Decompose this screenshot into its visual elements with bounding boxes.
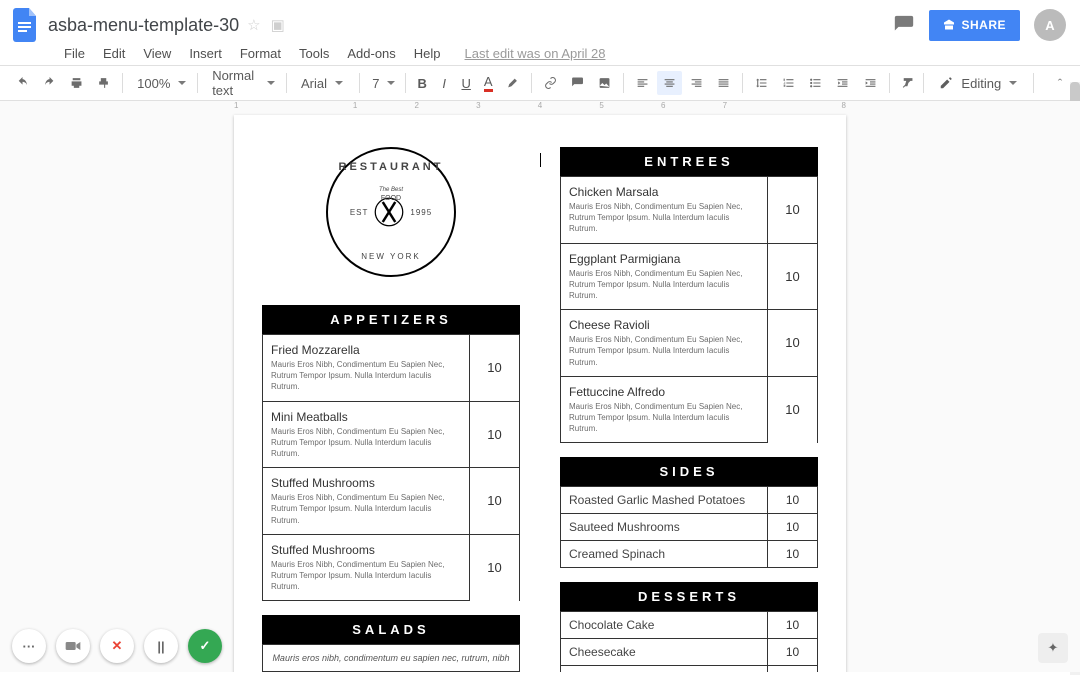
highlight-color-icon[interactable]	[500, 71, 525, 95]
insert-link-icon[interactable]	[538, 71, 563, 95]
document-title[interactable]: asba-menu-template-30	[48, 15, 239, 36]
sides-table[interactable]: Roasted Garlic Mashed Potatoes10 Sauteed…	[560, 486, 818, 568]
item-name: Fried Mozzarella	[263, 335, 470, 360]
line-spacing-icon[interactable]	[749, 71, 774, 95]
font-combo[interactable]: Arial	[293, 71, 353, 95]
size-value: 7	[372, 76, 379, 91]
bold-icon[interactable]: B	[412, 71, 432, 95]
text-cursor	[540, 153, 541, 167]
item-price: 10	[470, 335, 520, 402]
comments-icon[interactable]	[893, 14, 915, 36]
camera-button[interactable]	[56, 629, 90, 663]
align-center-icon[interactable]	[657, 71, 682, 95]
undo-icon[interactable]	[10, 71, 35, 95]
paint-format-icon[interactable]	[91, 71, 116, 95]
collapse-toolbar-icon[interactable]: ˆ	[1050, 71, 1070, 95]
entrees-table[interactable]: Chicken Marsala10 Mauris Eros Nibh, Cond…	[560, 176, 818, 443]
star-icon[interactable]: ☆	[245, 16, 262, 34]
menu-help[interactable]: Help	[406, 46, 449, 61]
docs-home-icon[interactable]	[8, 7, 44, 43]
text-color-icon[interactable]: A	[478, 71, 498, 95]
insert-comment-icon[interactable]	[565, 71, 590, 95]
underline-icon[interactable]: U	[456, 71, 476, 95]
font-value: Arial	[301, 76, 327, 91]
restaurant-logo: RESTAURANT The Best FOOD EST 1995 NEW YO…	[326, 147, 456, 277]
insert-image-icon[interactable]	[592, 71, 617, 95]
menubar: File Edit View Insert Format Tools Add-o…	[0, 46, 1080, 65]
share-label: SHARE	[961, 18, 1006, 32]
salads-intro: Mauris eros nibh, condimentum eu sapien …	[263, 645, 520, 672]
more-button[interactable]: ···	[12, 629, 46, 663]
menu-edit[interactable]: Edit	[95, 46, 133, 61]
pause-button[interactable]: ||	[144, 629, 178, 663]
confirm-button[interactable]: ✓	[188, 629, 222, 663]
zoom-combo[interactable]: 100%	[129, 71, 191, 95]
avatar[interactable]: A	[1034, 9, 1066, 41]
section-salads: SALADS	[262, 615, 520, 644]
indent-icon[interactable]	[858, 71, 883, 95]
share-button[interactable]: SHARE	[929, 10, 1020, 41]
section-appetizers: APPETIZERS	[262, 305, 520, 334]
horizontal-ruler[interactable]: 112345678	[0, 101, 1080, 113]
document-page[interactable]: RESTAURANT The Best FOOD EST 1995 NEW YO…	[234, 115, 846, 672]
style-value: Normal text	[212, 68, 259, 98]
bulleted-list-icon[interactable]	[803, 71, 828, 95]
font-size-combo[interactable]: 7	[365, 71, 399, 95]
align-right-icon[interactable]	[684, 71, 709, 95]
menu-tools[interactable]: Tools	[291, 46, 337, 61]
italic-icon[interactable]: I	[434, 71, 454, 95]
logo-top: RESTAURANT	[339, 161, 444, 173]
recorder-controls: ··· ✕ || ✓	[12, 629, 222, 663]
paragraph-style-combo[interactable]: Normal text	[204, 71, 280, 95]
explore-button[interactable]: ✦	[1038, 633, 1068, 663]
salads-table[interactable]: Mauris eros nibh, condimentum eu sapien …	[262, 644, 520, 672]
item-desc: Mauris Eros Nibh, Condimentum Eu Sapien …	[263, 359, 470, 401]
appetizers-table[interactable]: Fried Mozzarella10 Mauris Eros Nibh, Con…	[262, 334, 520, 601]
folder-icon[interactable]: ▣	[269, 16, 287, 34]
menu-format[interactable]: Format	[232, 46, 289, 61]
align-justify-icon[interactable]	[711, 71, 736, 95]
zoom-value: 100%	[137, 76, 170, 91]
section-desserts: DESSERTS	[560, 582, 818, 611]
section-entrees: ENTREES	[560, 147, 818, 176]
last-edit-link[interactable]: Last edit was on April 28	[457, 46, 614, 61]
mode-label: Editing	[961, 76, 1001, 91]
menu-insert[interactable]: Insert	[181, 46, 230, 61]
section-sides: SIDES	[560, 457, 818, 486]
mode-switcher[interactable]: Editing	[929, 76, 1027, 91]
outdent-icon[interactable]	[830, 71, 855, 95]
menu-file[interactable]: File	[56, 46, 93, 61]
desserts-table[interactable]: Chocolate Cake10 Cheesecake10 Creme Brul…	[560, 611, 818, 672]
menu-view[interactable]: View	[135, 46, 179, 61]
clear-format-icon[interactable]	[895, 71, 920, 95]
logo-bottom: NEW YORK	[361, 252, 420, 261]
align-left-icon[interactable]	[630, 71, 655, 95]
numbered-list-icon[interactable]	[776, 71, 801, 95]
redo-icon[interactable]	[37, 71, 62, 95]
cancel-button[interactable]: ✕	[100, 629, 134, 663]
print-icon[interactable]	[64, 71, 89, 95]
toolbar: 100% Normal text Arial 7 B I U A Editing…	[0, 65, 1080, 101]
menu-addons[interactable]: Add-ons	[339, 46, 403, 61]
